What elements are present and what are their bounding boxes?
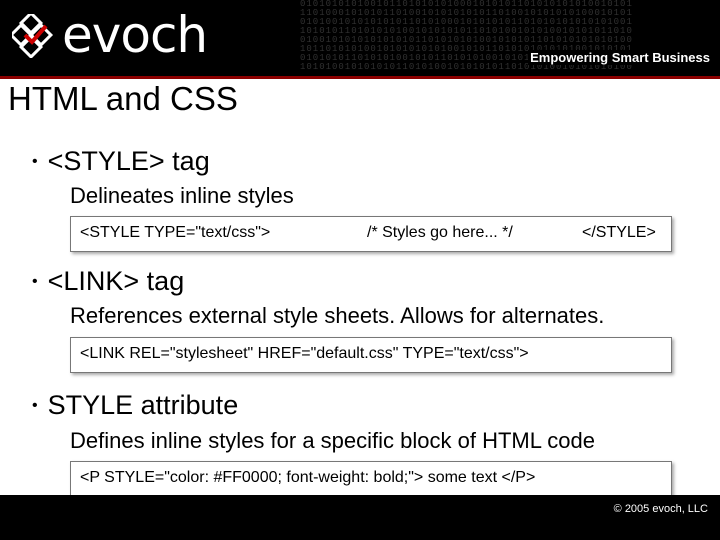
bullet-dot: • xyxy=(32,397,38,414)
bullet-dot: • xyxy=(32,273,38,290)
evoch-logo-icon xyxy=(12,14,54,58)
description-style-tag: Delineates inline styles xyxy=(70,183,294,208)
description-style-attribute: Defines inline styles for a specific blo… xyxy=(70,428,595,453)
bullet-style-attribute: • STYLE attribute xyxy=(32,390,238,421)
code-box-link-tag: <LINK REL="stylesheet" HREF="default.css… xyxy=(70,337,672,373)
bullet-style-tag: • <STYLE> tag xyxy=(32,146,210,177)
slide-title: HTML and CSS xyxy=(8,80,238,117)
code-close-tag: </STYLE> xyxy=(582,224,656,241)
code-line: <P STYLE="color: #FF0000; font-weight: b… xyxy=(80,469,536,486)
logo-text: evoch xyxy=(62,6,208,64)
slide-footer: © 2005 evoch, LLC xyxy=(0,495,720,540)
bullet-text: <LINK> tag xyxy=(47,266,185,296)
code-box-style-tag: <STYLE TYPE="text/css"> /* Styles go her… xyxy=(70,216,672,252)
bullet-text: STYLE attribute xyxy=(47,390,239,420)
code-comment: /* Styles go here... */ xyxy=(367,224,513,241)
code-line: <LINK REL="stylesheet" HREF="default.css… xyxy=(80,345,529,362)
code-open-tag: <STYLE TYPE="text/css"> xyxy=(80,224,271,241)
header-divider xyxy=(0,76,720,79)
copyright-text: © 2005 evoch, LLC xyxy=(613,503,708,515)
bullet-text: <STYLE> tag xyxy=(47,146,210,176)
code-box-style-attribute: <P STYLE="color: #FF0000; font-weight: b… xyxy=(70,461,672,497)
tagline: Empowering Smart Business xyxy=(528,50,712,65)
slide-header: 0101010101001011010101010001010101101010… xyxy=(0,0,720,76)
description-link-tag: References external style sheets. Allows… xyxy=(70,303,605,328)
bullet-link-tag: • <LINK> tag xyxy=(32,266,184,297)
bullet-dot: • xyxy=(32,153,38,170)
